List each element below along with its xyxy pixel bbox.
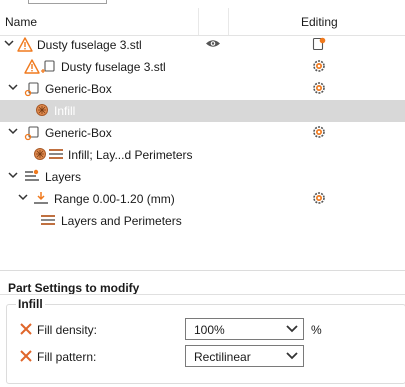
chevron-down-icon[interactable] <box>17 191 29 203</box>
remove-setting-icon[interactable] <box>19 322 33 336</box>
infill-group-box <box>6 304 405 384</box>
part-settings-title: Part Settings to modify <box>8 281 140 295</box>
tree-item-label: Infill <box>54 104 76 118</box>
layers-perimeters-icon <box>49 149 63 159</box>
tree-item-label: Dusty fuselage 3.stl <box>37 38 142 52</box>
tree-row-modifier[interactable]: Generic-Box <box>0 122 405 144</box>
panel-divider <box>0 294 405 295</box>
gear-icon[interactable] <box>312 191 326 205</box>
layers-icon <box>25 169 39 181</box>
fill-pattern-value: Rectilinear <box>194 350 251 364</box>
tree-item-label: Layers <box>45 170 82 184</box>
tree-item-label: Generic-Box <box>45 82 112 96</box>
fill-density-combo[interactable]: 100% <box>185 318 304 340</box>
remove-setting-icon[interactable] <box>19 349 33 363</box>
editing-column-header[interactable]: Editing <box>301 15 338 29</box>
part-icon <box>41 60 55 73</box>
tree-row-part[interactable]: Dusty fuselage 3.stl <box>0 56 405 78</box>
warning-icon <box>17 37 33 52</box>
tree-header: Name Editing <box>0 8 405 36</box>
tree-item-label: Dusty fuselage 3.stl <box>61 60 166 74</box>
infill-icon <box>34 148 46 160</box>
tree-item-label: Generic-Box <box>45 126 112 140</box>
tree-row-layer-range[interactable]: Range 0.00-1.20 (mm) <box>0 188 405 210</box>
infill-icon <box>36 104 48 116</box>
gear-icon[interactable] <box>312 81 326 95</box>
layer-range-icon <box>34 192 48 204</box>
tree-row-object[interactable]: Dusty fuselage 3.stl <box>0 34 405 56</box>
layers-perimeters-icon <box>41 215 55 225</box>
chevron-down-icon[interactable] <box>286 325 298 333</box>
object-settings-icon[interactable] <box>312 37 326 51</box>
gear-icon[interactable] <box>312 125 326 139</box>
column-divider <box>228 8 229 35</box>
chevron-down-icon[interactable] <box>3 37 15 49</box>
column-divider <box>198 8 199 35</box>
top-box <box>28 0 107 4</box>
tree-item-label: Range 0.00-1.20 (mm) <box>54 192 175 206</box>
fill-pattern-combo[interactable]: Rectilinear <box>185 345 304 367</box>
modifier-icon <box>24 126 39 141</box>
eye-icon[interactable] <box>205 38 221 49</box>
modifier-icon <box>24 82 39 97</box>
chevron-down-icon[interactable] <box>7 169 19 181</box>
fill-density-unit: % <box>311 323 322 337</box>
fill-pattern-label: Fill pattern: <box>37 350 97 364</box>
chevron-down-icon[interactable] <box>7 81 19 93</box>
fill-density-label: Fill density: <box>37 323 98 337</box>
tree-row-modifier[interactable]: Generic-Box <box>0 78 405 100</box>
tree-row-settings[interactable]: Infill; Lay...d Perimeters <box>0 144 405 166</box>
chevron-down-icon[interactable] <box>286 352 298 360</box>
panel-divider <box>0 270 405 271</box>
fill-density-value: 100% <box>194 323 225 337</box>
tree-item-label: Infill; Lay...d Perimeters <box>68 148 193 162</box>
tree-item-label: Layers and Perimeters <box>61 214 182 228</box>
name-column-header[interactable]: Name <box>5 15 37 29</box>
tree-row-settings[interactable]: Layers and Perimeters <box>0 210 405 232</box>
warning-icon <box>24 59 40 74</box>
tree-row-settings-selected[interactable]: Infill <box>0 100 405 122</box>
chevron-down-icon[interactable] <box>7 125 19 137</box>
group-title: Infill <box>16 297 45 311</box>
gear-icon[interactable] <box>312 59 326 73</box>
tree-row-layers[interactable]: Layers <box>0 166 405 188</box>
